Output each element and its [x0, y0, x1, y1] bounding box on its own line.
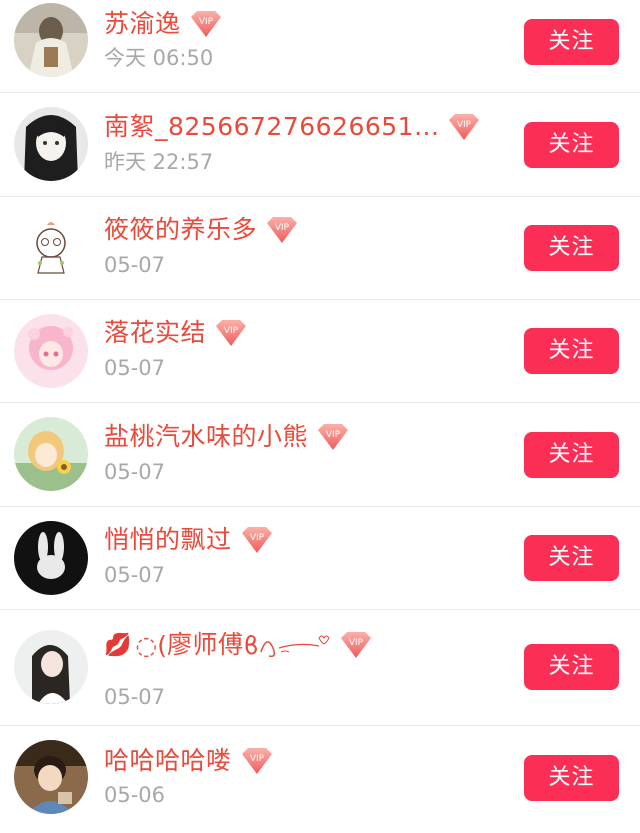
- name-decoration: ◌(: [135, 630, 167, 660]
- avatar[interactable]: [14, 740, 88, 814]
- list-item[interactable]: 哈哈哈哈喽 VIP 05-06 关注: [0, 726, 640, 833]
- user-name-line: 苏渝逸 VIP: [104, 9, 225, 39]
- lips-icon: 💋: [104, 632, 132, 658]
- follow-time: 昨天 22:57: [104, 150, 214, 174]
- user-name-line: 筱筱的养乐多 VIP: [104, 215, 301, 245]
- vip-label: VIP: [457, 120, 472, 130]
- list-item[interactable]: 南絮_825667276626651... VIP 昨天 22:57 关注: [0, 93, 640, 196]
- vip-label: VIP: [275, 223, 290, 233]
- user-name-line: 哈哈哈哈喽 VIP: [104, 746, 276, 776]
- follow-time: 05-07: [104, 685, 166, 709]
- user-name[interactable]: 盐桃汽水味的小熊: [104, 422, 308, 452]
- vip-icon: VIP: [263, 215, 301, 245]
- avatar[interactable]: [14, 417, 88, 491]
- name-decoration: ϐ: [243, 630, 259, 660]
- user-name[interactable]: 筱筱的养乐多: [104, 215, 257, 245]
- vip-label: VIP: [198, 17, 213, 27]
- vip-icon: VIP: [445, 112, 483, 142]
- follow-button[interactable]: 关注: [524, 19, 619, 65]
- user-name[interactable]: 落花实结: [104, 318, 206, 348]
- user-name-line: 落花实结 VIP: [104, 318, 250, 348]
- user-name[interactable]: 南絮_825667276626651...: [104, 112, 439, 142]
- user-name[interactable]: 哈哈哈哈喽: [104, 746, 232, 776]
- vip-label: VIP: [249, 754, 264, 764]
- list-item[interactable]: 悄悄的飘过 VIP 05-07 关注: [0, 507, 640, 609]
- follow-time: 05-07: [104, 253, 166, 277]
- user-name-line: 悄悄的飘过 VIP: [104, 525, 276, 555]
- list-item[interactable]: 落花实结 VIP 05-07 关注: [0, 300, 640, 402]
- vip-label: VIP: [249, 533, 264, 543]
- list-item[interactable]: 💋 ◌( 廖师傅 ϐ VIP 05-07 关注: [0, 610, 640, 725]
- user-name[interactable]: 苏渝逸: [104, 9, 181, 39]
- vip-icon: VIP: [337, 630, 375, 660]
- follow-time: 05-06: [104, 783, 166, 807]
- list-item[interactable]: 筱筱的养乐多 VIP 05-07 关注: [0, 197, 640, 299]
- user-name-line: 盐桃汽水味的小熊 VIP: [104, 422, 352, 452]
- list-item[interactable]: 苏渝逸 VIP 今天 06:50 关注: [0, 0, 640, 92]
- user-name[interactable]: 廖师傅: [167, 630, 244, 660]
- vip-icon: VIP: [187, 9, 225, 39]
- follow-time: 05-07: [104, 563, 166, 587]
- vip-icon: VIP: [238, 525, 276, 555]
- vip-icon: VIP: [238, 746, 276, 776]
- vip-icon: VIP: [314, 422, 352, 452]
- vip-label: VIP: [326, 430, 341, 440]
- avatar[interactable]: [14, 630, 88, 704]
- avatar[interactable]: [14, 211, 88, 285]
- follow-button[interactable]: 关注: [524, 535, 619, 581]
- follow-time: 05-07: [104, 460, 166, 484]
- list-item[interactable]: 盐桃汽水味的小熊 VIP 05-07 关注: [0, 403, 640, 506]
- user-name-line: 南絮_825667276626651... VIP: [104, 112, 483, 142]
- follow-time: 05-07: [104, 356, 166, 380]
- avatar[interactable]: [14, 314, 88, 388]
- vip-label: VIP: [349, 638, 364, 648]
- follow-time: 今天 06:50: [104, 46, 214, 70]
- vip-label: VIP: [224, 326, 239, 336]
- flourish-icon: [259, 630, 331, 660]
- avatar[interactable]: [14, 3, 88, 77]
- follow-button[interactable]: 关注: [524, 432, 619, 478]
- follow-button[interactable]: 关注: [524, 644, 619, 690]
- follow-button[interactable]: 关注: [524, 755, 619, 801]
- avatar[interactable]: [14, 521, 88, 595]
- avatar[interactable]: [14, 107, 88, 181]
- follow-button[interactable]: 关注: [524, 225, 619, 271]
- follow-list: 苏渝逸 VIP 今天 06:50 关注 南絮_825667276626651..…: [0, 0, 640, 833]
- user-name[interactable]: 悄悄的飘过: [104, 525, 232, 555]
- follow-button[interactable]: 关注: [524, 328, 619, 374]
- vip-icon: VIP: [212, 318, 250, 348]
- user-name-line: 💋 ◌( 廖师傅 ϐ VIP: [104, 630, 375, 660]
- follow-button[interactable]: 关注: [524, 122, 619, 168]
